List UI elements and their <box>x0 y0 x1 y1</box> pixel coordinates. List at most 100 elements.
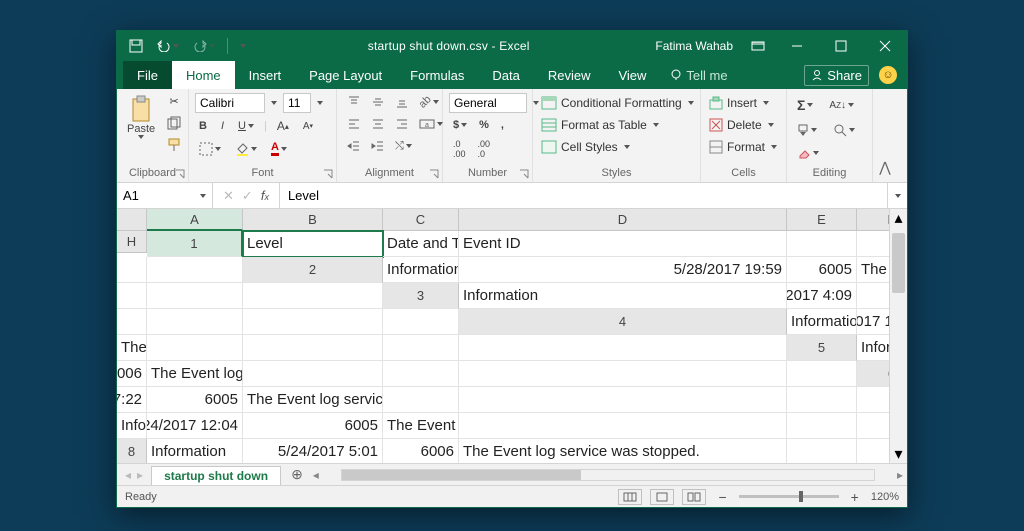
font-color-button[interactable]: A <box>267 139 291 158</box>
formula-input[interactable] <box>288 188 879 203</box>
select-all-corner[interactable] <box>117 209 147 231</box>
tab-home[interactable]: Home <box>172 61 235 89</box>
cell[interactable] <box>459 387 787 413</box>
font-size-input[interactable] <box>283 93 311 113</box>
cell[interactable] <box>117 257 147 283</box>
decrease-indent-button[interactable] <box>343 137 365 155</box>
cell[interactable] <box>459 361 787 387</box>
vertical-scrollbar[interactable]: ▴ ▾ <box>889 209 907 463</box>
font-size-dropdown[interactable] <box>313 99 327 107</box>
cell[interactable]: 5/28/2017 19:59 <box>459 257 787 283</box>
name-box[interactable] <box>117 183 213 208</box>
delete-cells-button[interactable]: Delete <box>707 117 776 133</box>
name-box-input[interactable] <box>123 188 183 203</box>
cell[interactable] <box>459 413 787 439</box>
cell[interactable]: Information <box>459 283 787 309</box>
cell[interactable]: The Event log service was started. <box>117 335 147 361</box>
number-format-input[interactable] <box>449 93 527 113</box>
column-header[interactable]: E <box>787 209 857 231</box>
cell[interactable]: Level <box>243 231 383 257</box>
align-center-button[interactable] <box>367 115 389 133</box>
decrease-font-button[interactable]: A▾ <box>299 119 317 134</box>
new-sheet-button[interactable]: ⊕ <box>281 464 313 485</box>
accounting-format-button[interactable]: $ <box>449 117 471 133</box>
cell[interactable]: 6005 <box>147 387 243 413</box>
format-as-table-button[interactable]: Format as Table <box>539 117 661 133</box>
number-launcher-icon[interactable] <box>519 169 529 179</box>
tab-formulas[interactable]: Formulas <box>396 61 478 89</box>
cell[interactable]: 5/25/2017 17:22 <box>117 387 147 413</box>
spreadsheet-grid[interactable]: ABCDEFGH1LevelDate and TimeEvent ID2Info… <box>117 209 907 463</box>
cell[interactable] <box>243 283 383 309</box>
column-header[interactable]: D <box>459 209 787 231</box>
row-header[interactable]: 8 <box>117 439 147 463</box>
column-header[interactable]: B <box>243 209 383 231</box>
cell[interactable]: Information <box>147 439 243 463</box>
cell[interactable] <box>243 335 383 361</box>
normal-view-button[interactable] <box>618 489 642 505</box>
row-header[interactable]: 3 <box>383 283 459 309</box>
align-bottom-button[interactable] <box>391 93 413 111</box>
scroll-thumb[interactable] <box>892 233 905 293</box>
cell[interactable]: Information <box>117 413 147 439</box>
orientation-button[interactable]: ab <box>415 94 443 110</box>
prev-sheet-icon[interactable]: ◂ <box>125 468 131 482</box>
save-button[interactable] <box>125 37 147 55</box>
fx-icon[interactable]: fx <box>261 188 269 203</box>
tab-insert[interactable]: Insert <box>235 61 296 89</box>
cell[interactable]: The Event log service was started. <box>383 413 459 439</box>
cell[interactable] <box>147 257 243 283</box>
cell[interactable]: 6005 <box>787 257 857 283</box>
cell[interactable]: The Event log service was stopped. <box>459 439 787 463</box>
cell[interactable] <box>787 439 857 463</box>
horizontal-scrollbar[interactable] <box>341 469 875 481</box>
clipboard-launcher-icon[interactable] <box>175 169 185 179</box>
next-sheet-icon[interactable]: ▸ <box>137 468 143 482</box>
cell[interactable]: The Event log service was stopped. <box>147 361 243 387</box>
cell[interactable] <box>147 335 243 361</box>
cell[interactable]: 6005 <box>243 413 383 439</box>
cell[interactable] <box>383 335 459 361</box>
font-name-input[interactable] <box>195 93 265 113</box>
close-button[interactable] <box>863 31 907 61</box>
column-header[interactable]: A <box>147 209 243 231</box>
autosum-button[interactable]: Σ <box>793 95 817 115</box>
conditional-formatting-button[interactable]: Conditional Formatting <box>539 95 696 111</box>
tab-page-layout[interactable]: Page Layout <box>295 61 396 89</box>
sort-filter-button[interactable]: AZ↓ <box>825 98 858 113</box>
cell[interactable] <box>147 283 243 309</box>
cell-styles-button[interactable]: Cell Styles <box>539 139 632 155</box>
comma-button[interactable]: , <box>497 117 508 133</box>
align-top-button[interactable] <box>343 93 365 111</box>
zoom-slider[interactable] <box>739 495 839 498</box>
column-header[interactable]: H <box>117 231 147 253</box>
page-break-view-button[interactable] <box>682 489 706 505</box>
cell[interactable] <box>787 231 857 257</box>
row-header[interactable]: 1 <box>147 231 243 257</box>
tell-me[interactable]: Tell me <box>660 61 737 89</box>
cell[interactable]: 6006 <box>383 439 459 463</box>
page-layout-view-button[interactable] <box>650 489 674 505</box>
hscroll-left-icon[interactable]: ◂ <box>313 468 319 482</box>
insert-cells-button[interactable]: Insert <box>707 95 771 111</box>
cell[interactable] <box>787 361 857 387</box>
cell[interactable]: Event ID <box>459 231 787 257</box>
align-right-button[interactable] <box>391 115 413 133</box>
fill-button[interactable] <box>793 122 821 138</box>
minimize-button[interactable] <box>775 31 819 61</box>
cell[interactable] <box>459 335 787 361</box>
tab-file[interactable]: File <box>123 61 172 89</box>
collapse-ribbon-button[interactable]: ⋀ <box>873 89 897 182</box>
orientation-extra-button[interactable]: ⤭ <box>391 138 416 155</box>
find-select-button[interactable] <box>829 121 859 139</box>
zoom-out-button[interactable]: − <box>714 489 730 505</box>
percent-button[interactable]: % <box>475 117 493 133</box>
feedback-smiley-icon[interactable]: ☺ <box>879 66 897 84</box>
decrease-decimal-button[interactable]: .00.0 <box>474 137 495 161</box>
bold-button[interactable]: B <box>195 118 211 134</box>
cell[interactable] <box>383 361 459 387</box>
cell[interactable] <box>117 283 147 309</box>
name-box-dropdown-icon[interactable] <box>200 194 206 198</box>
cell[interactable]: Date and Time <box>383 231 459 257</box>
tab-view[interactable]: View <box>604 61 660 89</box>
